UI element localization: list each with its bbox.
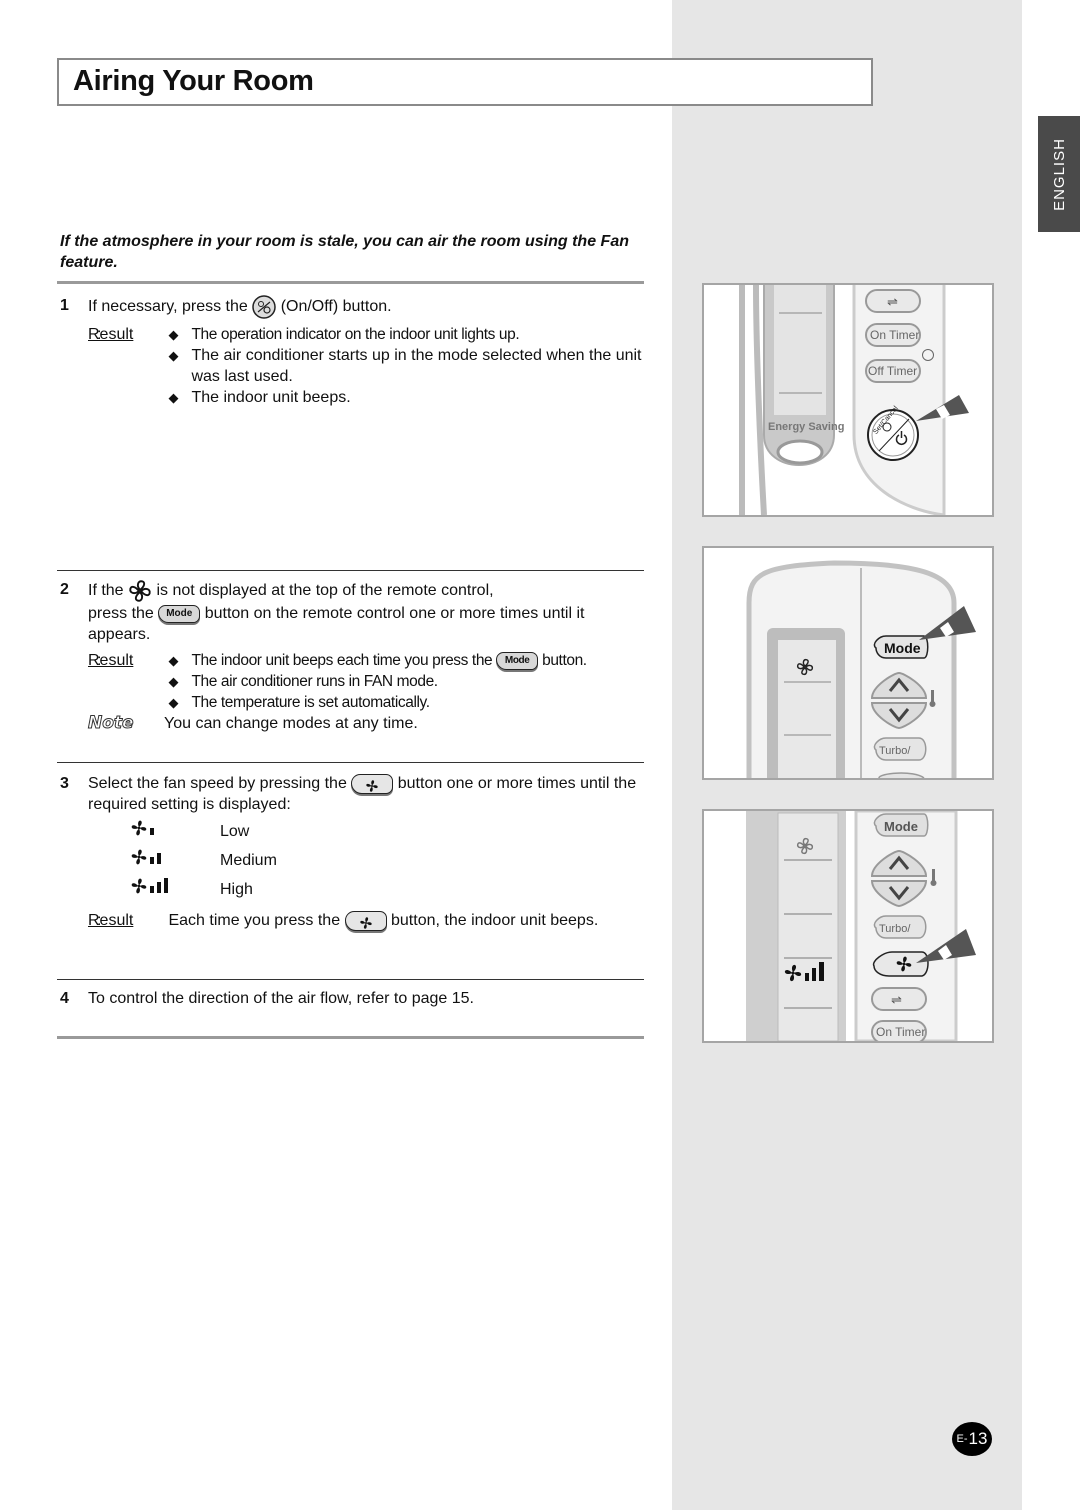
step-1: 1 If necessary, press the (On/Off) butto… [60,295,650,408]
fan-speed-high-icon [130,877,220,903]
figure-remote-fan-speed: Mode Turbo/ ⇌ On Timer [702,809,994,1043]
step-text: press the [88,605,154,622]
title-box: Airing Your Room [57,58,873,106]
result-item: ◆ The air conditioner starts up in the mo… [168,347,642,385]
step-number: 4 [60,990,69,1007]
svg-text:⇌: ⇌ [891,992,902,1007]
result-item: ◆ The air conditioner runs in FAN mode. [168,673,438,690]
step-2: 2 If the is not displayed at the top of … [60,579,650,734]
on-timer-label: On Timer [876,1025,925,1039]
step-number: 1 [60,297,69,314]
divider [57,1036,644,1039]
speed-row-low: Low [130,817,650,846]
result-text: Each time you press the button, the indo… [168,910,599,931]
on-timer-label: On Timer [870,328,919,342]
step-number: 3 [60,775,69,792]
step-text: is not displayed at the top of the remot… [156,582,494,600]
fan-speed-medium-icon [130,848,220,874]
step-3: 3 Select the fan speed by pressing the b… [60,773,650,931]
result-item: ◆ The operation indicator on the indoor u… [168,326,520,343]
result-item: ◆ The temperature is set automatically. [168,694,430,711]
intro-text: If the atmosphere in your room is stale,… [60,233,629,271]
step-text: To control the direction of the air flow… [88,990,474,1007]
mode-button-icon: Mode [158,604,201,623]
step-number: 2 [60,581,69,598]
language-tab[interactable]: ENGLISH [1038,116,1080,232]
mode-label: Mode [884,819,918,834]
divider [57,281,644,284]
page-number-badge: E- 13 [952,1422,992,1456]
divider [57,570,644,571]
note-text: You can change modes at any time. [164,715,418,732]
fan-speed-button-icon [351,773,394,794]
step-text: Select the fan speed by pressing the [88,775,347,792]
turbo-label: Turbo/ [879,745,911,757]
mode-label: Mode [884,640,921,656]
fan-speed-button-icon [344,910,387,931]
speed-row-high: High [130,875,650,904]
mode-button-icon: Mode [496,651,539,670]
divider [57,762,644,763]
figure-remote-mode: Mode Turbo/ [702,546,994,780]
note-label: Note [88,713,135,734]
divider [57,979,644,980]
step-text: (On/Off) button. [280,298,392,316]
result-item: ◆ The indoor unit beeps. [168,389,351,406]
speed-row-medium: Medium [130,846,650,875]
step-text: If the [88,582,124,600]
step-text: If necessary, press the [88,298,248,316]
figure-remote-on-off: Energy Saving ⇌ On Timer Off Timer Set/C… [702,283,994,517]
result-item: ◆ The indoor unit beeps each time you pre… [168,651,587,670]
page-title: Airing Your Room [73,65,314,97]
fan-speed-low-icon [130,819,220,845]
off-timer-label: Off Timer [868,364,917,378]
energy-saving-label: Energy Saving [768,421,844,433]
on-off-button-icon [252,295,276,319]
svg-text:⇌: ⇌ [887,294,898,309]
turbo-label: Turbo/ [879,923,911,935]
fan-mode-icon [128,579,152,603]
language-tab-label: ENGLISH [1050,137,1068,211]
step-4: 4 To control the direction of the air fl… [60,988,650,1009]
